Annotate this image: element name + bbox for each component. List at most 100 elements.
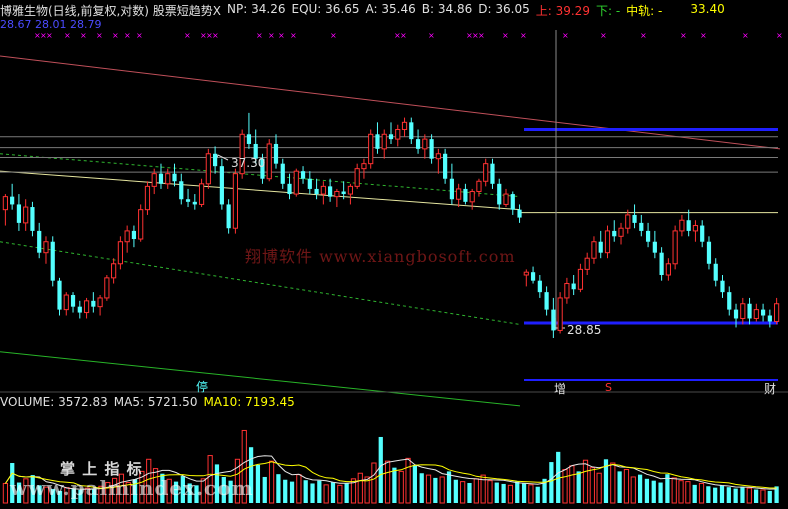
candle-body <box>131 230 137 240</box>
candle-body <box>645 230 651 242</box>
d-readout: D: 36.05 <box>478 2 529 20</box>
signal-mark: × <box>680 31 687 40</box>
candle-body <box>395 128 401 140</box>
down-value: - <box>615 4 621 18</box>
candle-body <box>198 183 205 205</box>
candle-body <box>497 183 502 205</box>
volume-bar <box>610 462 616 504</box>
candle-body <box>503 193 509 205</box>
volume-bar <box>276 474 281 503</box>
signal-mark: × <box>742 31 749 40</box>
volume-bar <box>289 481 295 503</box>
signal-mark: × <box>212 31 219 40</box>
volume-bar <box>296 474 302 504</box>
candle-body <box>151 173 157 187</box>
equ-value: 36.65 <box>325 2 360 16</box>
candle-body <box>10 196 15 205</box>
candle-body <box>97 297 103 308</box>
signal-mark: × <box>428 31 435 40</box>
candle-body <box>598 241 603 253</box>
volume-bar <box>487 480 493 504</box>
candle-body <box>328 186 333 197</box>
candle-body <box>706 241 712 264</box>
volume-bar <box>446 471 452 503</box>
ma5-value: 5721.50 <box>147 395 198 409</box>
volume-bar <box>425 474 432 504</box>
volume-bar <box>726 487 731 503</box>
candle-body <box>320 185 326 195</box>
candle-body <box>564 283 570 299</box>
low-price-label: 28.85 <box>567 323 602 337</box>
watermark-xiangbo: 翔博软件 www.xiangbosoft.com <box>245 247 516 266</box>
volume-header: VOLUME: 3572.83 MA5: 5721.50 MA10: 7193.… <box>0 395 301 409</box>
candle-body <box>537 280 542 293</box>
signal-mark: × <box>96 31 103 40</box>
tag-ting: 停 <box>196 380 209 394</box>
candle-body <box>117 241 123 265</box>
candle-body <box>138 209 144 240</box>
volume-bar <box>678 480 684 504</box>
candle-body <box>111 263 117 279</box>
candle-body <box>347 185 354 195</box>
candle-body <box>415 139 421 149</box>
volume-bar <box>371 462 377 504</box>
candle-body <box>557 297 563 331</box>
ma10-value: 7193.45 <box>245 395 295 409</box>
candle-body <box>435 153 441 160</box>
up-value: 39.29 <box>555 4 590 18</box>
candle-body <box>16 204 22 223</box>
volume-bar <box>706 486 711 503</box>
candle-body <box>409 122 414 140</box>
volume-bar <box>746 487 752 504</box>
candle-body <box>104 277 110 299</box>
volume-bar <box>303 480 308 503</box>
volume-bar <box>767 490 772 503</box>
d-value: 36.05 <box>495 2 530 16</box>
volume-bar <box>378 436 383 503</box>
d-label: D: <box>478 2 492 16</box>
np-label: NP: <box>227 2 248 16</box>
volume-bar <box>357 472 363 504</box>
volume-bar <box>467 483 472 503</box>
candle-body <box>63 294 69 311</box>
candle-body <box>314 188 319 195</box>
candle-body <box>679 219 685 232</box>
volume-bar <box>753 489 759 503</box>
volume-bar <box>528 484 534 504</box>
candle-body <box>70 295 76 307</box>
volume-bar <box>658 482 663 503</box>
candle-body <box>334 190 340 198</box>
volume-bar <box>310 483 315 503</box>
volume-bar <box>698 482 705 504</box>
candle-body <box>665 263 671 276</box>
candle-body <box>429 139 434 159</box>
equ-readout: EQU: 36.65 <box>291 2 359 20</box>
chart-header: 博雅生物(日线,前复权,对数) 股票短趋势X NP: 34.26 EQU: 36… <box>0 2 731 20</box>
candle-body <box>205 153 211 185</box>
signal-mark: × <box>278 31 285 40</box>
volume-readout: VOLUME: 3572.83 <box>0 395 108 409</box>
volume-bar <box>323 484 329 504</box>
mid-value: - <box>658 4 663 18</box>
candle-body <box>232 173 238 229</box>
candle-body <box>753 309 759 319</box>
volume-bar <box>384 460 391 504</box>
candle-body <box>341 191 346 195</box>
b-readout: B: 34.86 <box>422 2 472 20</box>
candle-body <box>443 153 448 179</box>
candle-body <box>659 252 664 276</box>
candle-body <box>91 300 96 307</box>
stock-chart: × × × × × × × × × × × × × × × × × × × × × × × × × × × × × × × × × 博雅生物(日… <box>0 0 788 505</box>
volume-bar <box>453 479 458 503</box>
tag-cai: 财 <box>764 382 777 396</box>
candle-body <box>266 143 272 180</box>
equ-label: EQU: <box>291 2 322 16</box>
volume-bar <box>515 481 520 503</box>
volume-bar <box>760 489 766 504</box>
candle-body <box>672 230 678 265</box>
volume-bar <box>439 476 445 504</box>
volume-bar <box>623 469 630 504</box>
candle-body <box>2 196 8 211</box>
candle-body <box>760 309 766 316</box>
mid-label: 中轨: <box>626 4 655 18</box>
